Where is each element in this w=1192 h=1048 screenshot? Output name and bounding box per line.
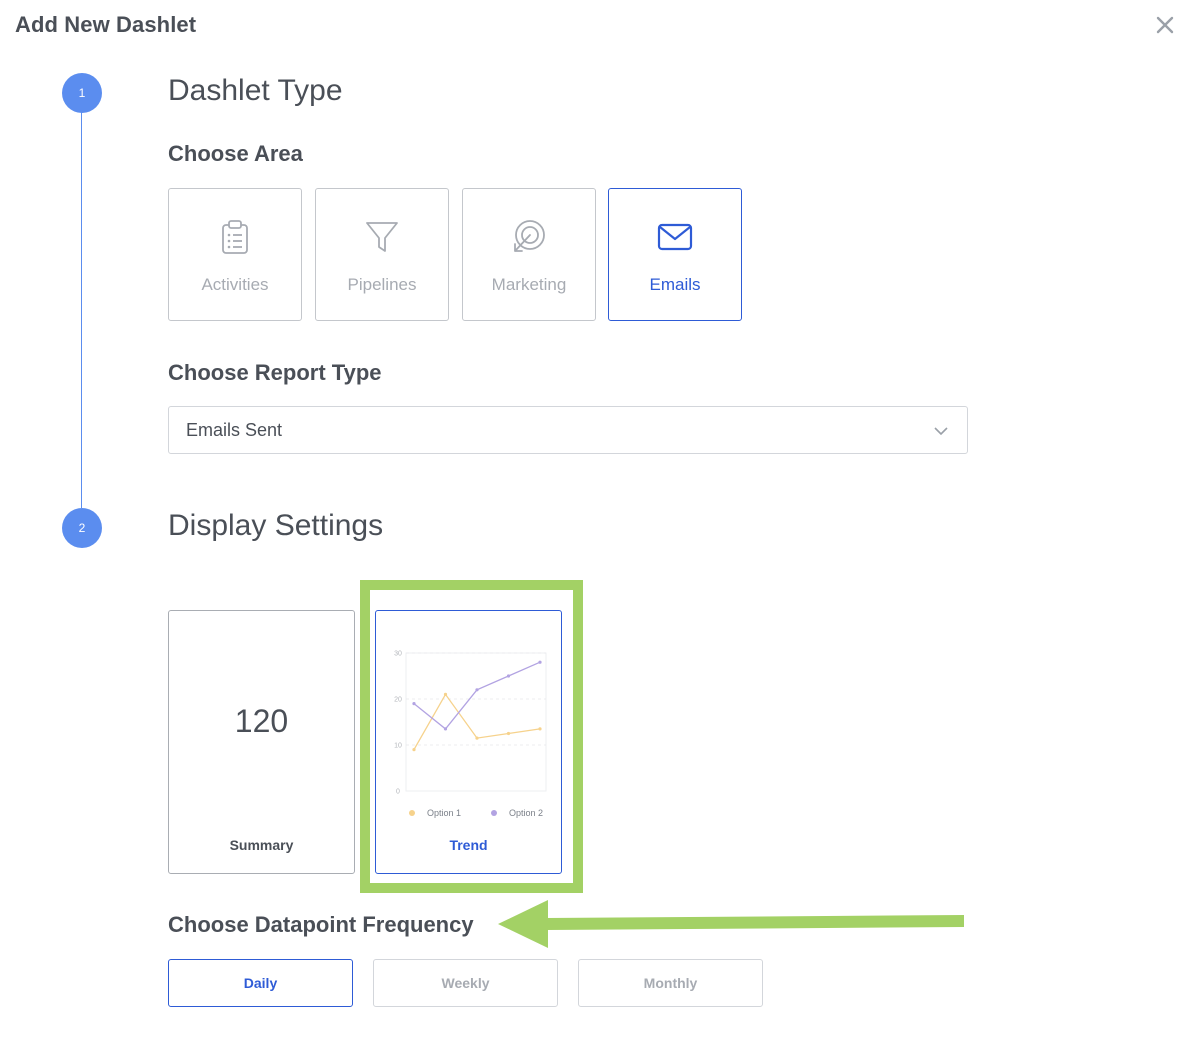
chart-data-point: [412, 748, 416, 752]
chart-data-point: [506, 674, 511, 678]
report-type-value: Emails Sent: [186, 419, 283, 440]
chart-legend-marker: [409, 810, 415, 816]
trend-chart: 0 10 20 30 Option 1 Option 2: [394, 651, 547, 818]
trend-label: Trend: [449, 837, 488, 853]
choose-area-heading: Choose Area: [168, 141, 303, 166]
chart-legend-label: Option 2: [509, 808, 543, 818]
chart-y-tick-label: 10: [394, 743, 402, 750]
summary-value: 120: [234, 703, 289, 739]
choose-frequency-heading: Choose Datapoint Frequency: [168, 912, 474, 937]
area-option-pipelines[interactable]: Pipelines: [315, 188, 449, 321]
frequency-monthly-button[interactable]: Monthly: [578, 959, 763, 1007]
target-icon: [509, 217, 549, 257]
chart-data-point: [443, 692, 448, 696]
chart-data-point: [412, 702, 416, 706]
clipboard-icon: [215, 217, 255, 257]
chart-legend-label: Option 1: [427, 808, 461, 818]
chart-frame: [405, 652, 547, 792]
choose-report-type-heading: Choose Report Type: [168, 360, 382, 385]
chart-data-point: [506, 731, 511, 736]
dialog-title: Add New Dashlet: [15, 12, 197, 37]
chart-data-point: [443, 727, 448, 731]
chart-series-line: [413, 693, 541, 750]
area-option-emails[interactable]: Emails: [608, 188, 742, 321]
summary-label: Summary: [229, 837, 294, 853]
area-option-label: Pipelines: [347, 275, 417, 294]
area-option-label: Marketing: [491, 275, 567, 294]
close-button[interactable]: [1152, 12, 1178, 38]
chart-legend-marker: [491, 810, 497, 816]
display-option-trend[interactable]: 0 10 20 30 Option 1 Option 2 Trend: [375, 610, 562, 874]
dashlet-type-heading: Dashlet Type: [168, 74, 343, 107]
area-option-label: Emails: [649, 275, 701, 294]
chart-data-point: [538, 660, 542, 664]
chevron-down-icon: [934, 427, 948, 436]
funnel-icon: [362, 217, 402, 257]
report-type-select[interactable]: Emails Sent: [168, 406, 968, 454]
area-option-marketing[interactable]: Marketing: [462, 188, 596, 321]
chart-data-point: [475, 688, 479, 692]
frequency-daily-button[interactable]: Daily: [168, 959, 353, 1007]
area-option-activities[interactable]: Activities: [168, 188, 302, 321]
chart-data-point: [475, 736, 479, 740]
area-option-label: Activities: [201, 275, 269, 294]
arrow-annotation-icon: [498, 900, 964, 948]
close-icon: [1156, 16, 1174, 34]
frequency-weekly-button[interactable]: Weekly: [373, 959, 558, 1007]
chart-y-tick-label: 30: [394, 651, 402, 658]
display-settings-heading: Display Settings: [168, 509, 384, 542]
display-option-summary[interactable]: 120 Summary: [168, 610, 355, 874]
step-2-indicator: 2: [62, 508, 102, 548]
stepper-line: [81, 112, 82, 508]
step-1-indicator: 1: [62, 73, 102, 113]
chart-y-tick-label: 0: [396, 789, 400, 796]
chart-y-tick-label: 20: [394, 697, 402, 704]
envelope-icon: [655, 217, 695, 257]
chart-data-point: [538, 727, 542, 731]
chart-series-line: [413, 661, 541, 730]
